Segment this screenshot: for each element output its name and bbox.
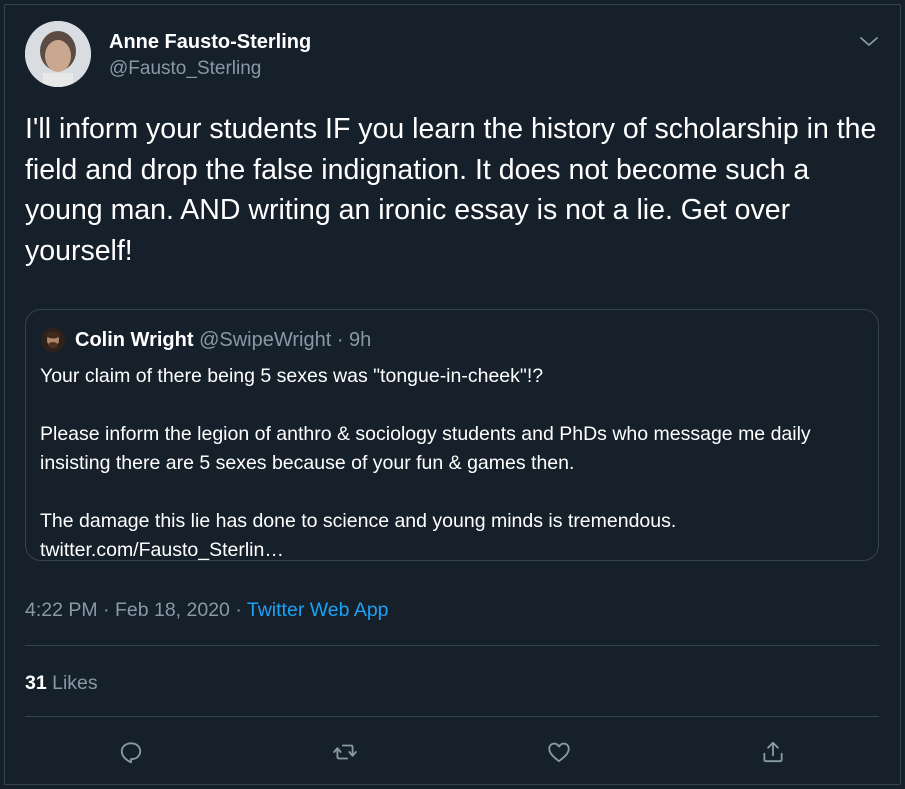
quoted-paragraph: Please inform the legion of anthro & soc… <box>40 423 811 474</box>
quoted-paragraph: Your claim of there being 5 sexes was "t… <box>40 365 544 387</box>
quoted-age: 9h <box>349 329 372 351</box>
quoted-header: Colin Wright @SwipeWright · 9h <box>75 329 371 352</box>
share-icon <box>763 741 783 763</box>
author-avatar[interactable] <box>25 21 91 87</box>
reply-icon <box>120 742 142 764</box>
quoted-author-avatar <box>41 328 65 352</box>
meta-separator: · <box>97 599 115 621</box>
author-name[interactable]: Anne Fausto-Sterling <box>109 31 311 54</box>
share-button[interactable] <box>756 735 790 769</box>
quoted-tweet[interactable]: Colin Wright @SwipeWright · 9h Your clai… <box>25 309 879 561</box>
quoted-text: Your claim of there being 5 sexes was "t… <box>40 362 860 565</box>
chevron-down-icon[interactable] <box>857 29 881 53</box>
quoted-paragraph: The damage this lie has done to science … <box>40 510 677 561</box>
quoted-author-handle: @SwipeWright <box>199 329 332 351</box>
like-icon <box>548 742 570 763</box>
retweet-button[interactable] <box>328 735 362 769</box>
tweet-text: I'll inform your students IF you learn t… <box>25 113 885 267</box>
like-button[interactable] <box>542 735 576 769</box>
quoted-author-name: Colin Wright <box>75 329 194 351</box>
reply-button[interactable] <box>114 735 148 769</box>
quoted-separator: · <box>331 329 350 351</box>
tweet-time[interactable]: 4:22 PM <box>25 599 98 621</box>
meta-separator: · <box>229 599 247 621</box>
likes-label: Likes <box>52 672 98 694</box>
divider <box>25 716 879 717</box>
tweet-date[interactable]: Feb 18, 2020 <box>115 599 230 621</box>
tweet-meta: 4:22 PM · Feb 18, 2020 · Twitter Web App <box>25 599 389 622</box>
tweet-source-link[interactable]: Twitter Web App <box>247 599 389 621</box>
tweet-card: Anne Fausto-Sterling @Fausto_Sterling I'… <box>4 4 901 785</box>
likes-stat[interactable]: 31 Likes <box>25 672 98 695</box>
divider <box>25 645 879 646</box>
author-handle[interactable]: @Fausto_Sterling <box>109 58 261 80</box>
retweet-icon <box>333 744 357 760</box>
likes-count: 31 <box>25 672 47 694</box>
